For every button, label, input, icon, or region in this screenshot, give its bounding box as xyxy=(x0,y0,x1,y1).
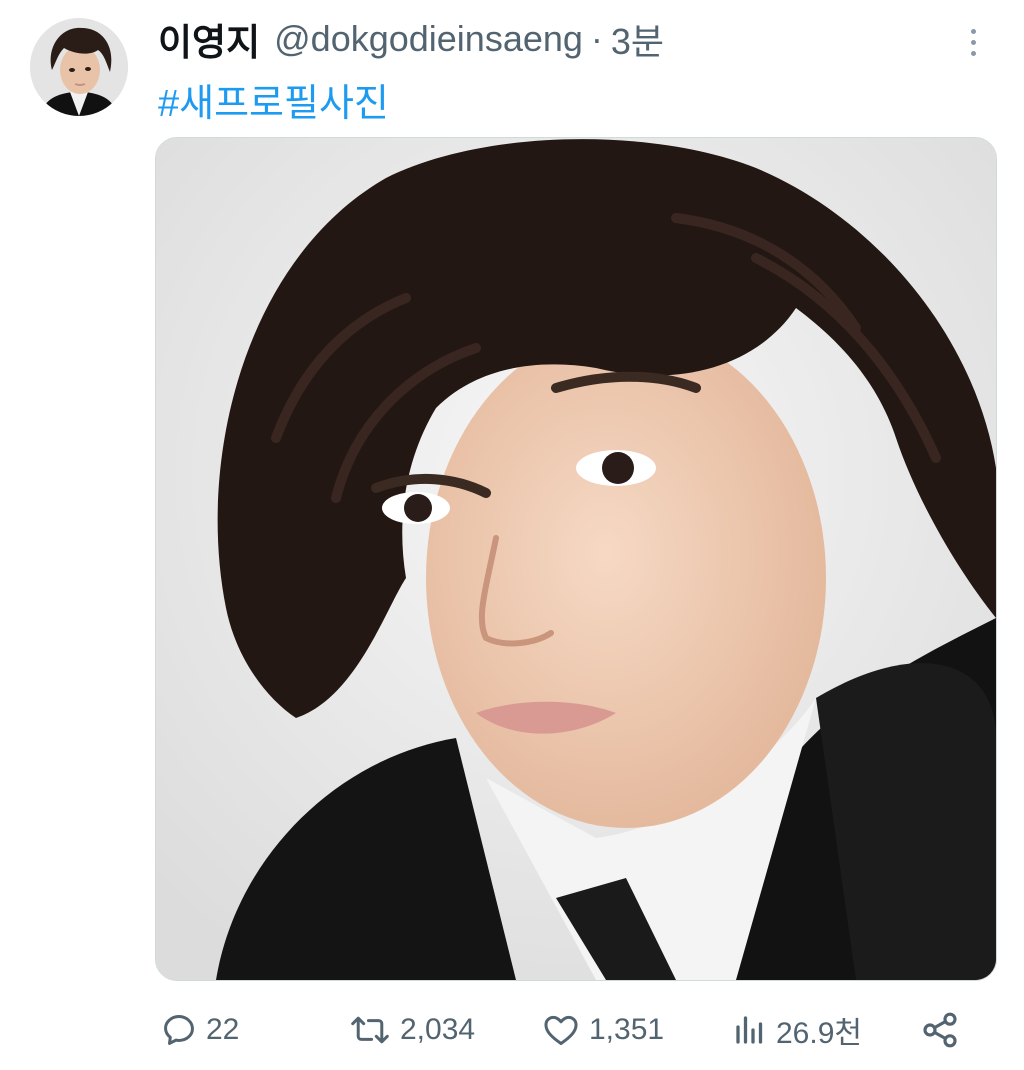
views-button[interactable]: 26.9천 xyxy=(732,1002,862,1058)
retweet-arrows-icon xyxy=(351,1016,389,1044)
more-options-icon[interactable] xyxy=(958,22,988,62)
separator-dot: · xyxy=(590,18,603,59)
views-count: 26.9천 xyxy=(776,1017,862,1050)
avatar-portrait xyxy=(30,18,128,116)
author-name[interactable]: 이영지 xyxy=(158,12,260,66)
share-nodes-icon xyxy=(923,1012,957,1048)
heart-icon xyxy=(544,1015,578,1045)
reply-count: 22 xyxy=(206,1013,240,1046)
reply-button[interactable]: 22 xyxy=(160,1002,239,1058)
bar-chart-icon xyxy=(736,1016,763,1044)
tweet-header: 이영지 @dokgodieinsaeng · 3분 xyxy=(158,14,664,64)
speech-bubble-icon xyxy=(164,1015,194,1045)
retweet-button[interactable]: 2,034 xyxy=(348,1002,475,1058)
tweet-timestamp[interactable]: 3분 xyxy=(611,13,664,65)
like-button[interactable]: 1,351 xyxy=(541,1002,664,1058)
tweet-action-bar: 22 2,034 1,351 26.9천 xyxy=(0,1002,1024,1058)
hashtag-link[interactable]: #새프로필사진 xyxy=(158,72,389,127)
retweet-count: 2,034 xyxy=(400,1013,476,1046)
tweet-media-image[interactable] xyxy=(155,137,997,981)
like-count: 1,351 xyxy=(589,1013,665,1046)
portrait-photo xyxy=(156,138,996,980)
share-button[interactable] xyxy=(920,1002,960,1058)
author-handle[interactable]: @dokgodieinsaeng xyxy=(274,18,583,60)
author-avatar[interactable] xyxy=(30,18,128,116)
